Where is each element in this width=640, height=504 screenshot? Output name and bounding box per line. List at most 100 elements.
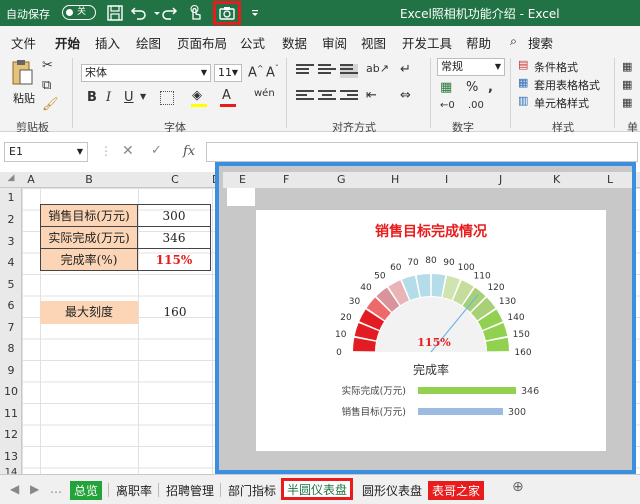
row-header-9[interactable]: 9 xyxy=(0,364,22,377)
format-as-table-button[interactable]: 套用表格格式 xyxy=(534,77,600,93)
tab-review[interactable]: 审阅 xyxy=(322,33,347,52)
font-color-icon[interactable]: A xyxy=(222,88,231,103)
align-top-icon[interactable] xyxy=(296,64,314,78)
align-center-icon[interactable] xyxy=(318,90,336,104)
autosave-toggle[interactable]: 关 xyxy=(62,5,96,20)
align-right-icon[interactable] xyxy=(340,90,358,104)
sheet-tab-overview[interactable]: 总览 xyxy=(70,481,103,500)
select-all-corner[interactable]: ◢ xyxy=(2,173,20,183)
tab-search[interactable]: 搜索 xyxy=(528,33,553,52)
row-header-5[interactable]: 5 xyxy=(0,278,22,291)
tab-page-layout[interactable]: 页面布局 xyxy=(177,33,227,52)
conditional-format-button[interactable]: 条件格式 xyxy=(534,59,578,75)
more-tabs-icon[interactable]: … xyxy=(46,481,66,497)
search-icon[interactable]: ⌕ xyxy=(510,33,517,49)
name-box[interactable]: E1 ▼ xyxy=(4,142,88,162)
customize-qat-icon[interactable] xyxy=(246,4,258,22)
align-middle-icon[interactable] xyxy=(318,64,336,78)
row-header-10[interactable]: 10 xyxy=(0,385,22,398)
increase-decimal-icon[interactable]: ←0 xyxy=(440,100,455,111)
sheet-tab-recruiting[interactable]: 招聘管理 xyxy=(162,481,218,500)
borders-icon[interactable] xyxy=(160,91,174,105)
indent-icon[interactable]: ⇤ xyxy=(366,88,377,103)
tab-data[interactable]: 数据 xyxy=(282,33,307,52)
cell-b7[interactable]: 最大刻度 xyxy=(40,301,138,324)
font-size-select[interactable]: 11 ▼ xyxy=(214,64,242,82)
format-painter-icon[interactable]: 🖌 xyxy=(42,97,59,112)
cell-c4[interactable]: 115% xyxy=(137,248,211,271)
tab-formulas[interactable]: 公式 xyxy=(240,33,265,52)
cell-c7[interactable]: 160 xyxy=(138,301,212,324)
sheet-tab-dept-kpi[interactable]: 部门指标 xyxy=(224,481,280,500)
number-format-select[interactable]: 常规 ▼ xyxy=(437,58,505,76)
comma-icon[interactable]: , xyxy=(488,80,493,95)
align-left-icon[interactable] xyxy=(296,90,314,104)
merge-center-icon[interactable]: ⇔ xyxy=(400,88,411,103)
enter-icon[interactable]: ✓ xyxy=(151,143,162,158)
conditional-format-icon[interactable]: ▤ xyxy=(518,58,528,71)
scroll-tabs-left-icon[interactable]: ◀ xyxy=(6,481,23,497)
formula-input[interactable] xyxy=(206,142,638,162)
cell-b2[interactable]: 销售目标(万元) xyxy=(40,204,138,227)
undo-icon[interactable] xyxy=(130,4,148,22)
row-header-13[interactable]: 13 xyxy=(0,450,22,463)
underline-icon[interactable]: U xyxy=(124,90,134,105)
paste-icon[interactable] xyxy=(10,58,34,88)
format-cells-icon[interactable]: ▦ xyxy=(622,96,632,109)
cut-icon[interactable]: ✂ xyxy=(42,58,53,73)
orientation-icon[interactable]: ab↗ xyxy=(366,62,389,75)
tab-view[interactable]: 视图 xyxy=(361,33,386,52)
cell-c2[interactable]: 300 xyxy=(137,204,211,227)
delete-cells-icon[interactable]: ▦ xyxy=(622,78,632,91)
decrease-decimal-icon[interactable]: .00 xyxy=(468,100,484,111)
font-name-select[interactable]: 宋体 ▼ xyxy=(81,64,211,82)
row-header-4[interactable]: 4 xyxy=(0,256,22,269)
sheet-tab-semicircle-gauge[interactable]: 半圆仪表盘 xyxy=(281,478,354,500)
italic-icon[interactable]: I xyxy=(106,90,111,105)
phonetic-icon[interactable]: wén xyxy=(254,88,275,99)
row-header-6[interactable]: 6 xyxy=(0,299,22,312)
camera-picture-frame[interactable]: E F G H I J K L 销售目标完成情况 0 10 20 30 40 50 60 70… xyxy=(215,162,636,474)
cell-c3[interactable]: 346 xyxy=(137,226,211,249)
row-header-2[interactable]: 2 xyxy=(0,213,22,226)
touch-mode-icon[interactable] xyxy=(186,4,204,22)
increase-font-icon[interactable]: A^ xyxy=(248,64,264,80)
sheet-tab-biaoge[interactable]: 表哥之家 xyxy=(428,481,485,500)
column-header-a[interactable]: A xyxy=(22,173,40,186)
fill-color-icon[interactable]: ◈ xyxy=(192,88,202,103)
percent-icon[interactable]: % xyxy=(466,80,478,95)
sheet-tab-circle-gauge[interactable]: 圆形仪表盘 xyxy=(358,481,426,500)
tab-insert[interactable]: 插入 xyxy=(95,33,120,52)
copy-icon[interactable]: ⧉ xyxy=(42,78,51,93)
currency-icon[interactable]: ▦ xyxy=(440,80,452,95)
cancel-icon[interactable]: ✕ xyxy=(122,143,134,159)
row-header-1[interactable]: 1 xyxy=(0,191,22,204)
bold-icon[interactable]: B xyxy=(87,90,97,105)
chevron-down-icon[interactable]: ▼ xyxy=(140,92,146,101)
row-header-8[interactable]: 8 xyxy=(0,342,22,355)
tab-help[interactable]: 帮助 xyxy=(466,33,491,52)
scroll-tabs-right-icon[interactable]: ▶ xyxy=(26,481,43,497)
row-header-11[interactable]: 11 xyxy=(0,407,22,420)
row-header-3[interactable]: 3 xyxy=(0,235,22,248)
undo-dropdown-icon[interactable] xyxy=(148,4,160,22)
row-header-12[interactable]: 12 xyxy=(0,428,22,441)
tab-developer[interactable]: 开发工具 xyxy=(402,33,452,52)
sheet-tab-turnover[interactable]: 离职率 xyxy=(112,481,156,500)
row-header-7[interactable]: 7 xyxy=(0,321,22,334)
redo-icon[interactable] xyxy=(160,4,178,22)
cell-b3[interactable]: 实际完成(万元) xyxy=(40,226,138,249)
format-as-table-icon[interactable]: ▦ xyxy=(518,76,528,89)
cell-b4[interactable]: 完成率(%) xyxy=(40,248,138,271)
align-bottom-icon[interactable] xyxy=(340,64,358,78)
paste-label[interactable]: 粘贴 xyxy=(13,90,35,106)
insert-function-icon[interactable]: fx xyxy=(183,144,195,159)
tab-draw[interactable]: 绘图 xyxy=(136,33,161,52)
column-header-b[interactable]: B xyxy=(40,173,138,186)
tab-file[interactable]: 文件 xyxy=(11,33,36,52)
cell-styles-icon[interactable]: ▥ xyxy=(518,94,528,107)
save-icon[interactable] xyxy=(106,4,124,22)
wrap-text-icon[interactable]: ↵ xyxy=(400,62,411,77)
decrease-font-icon[interactable]: Aˇ xyxy=(266,64,279,80)
add-sheet-icon[interactable]: ⊕ xyxy=(508,478,528,496)
